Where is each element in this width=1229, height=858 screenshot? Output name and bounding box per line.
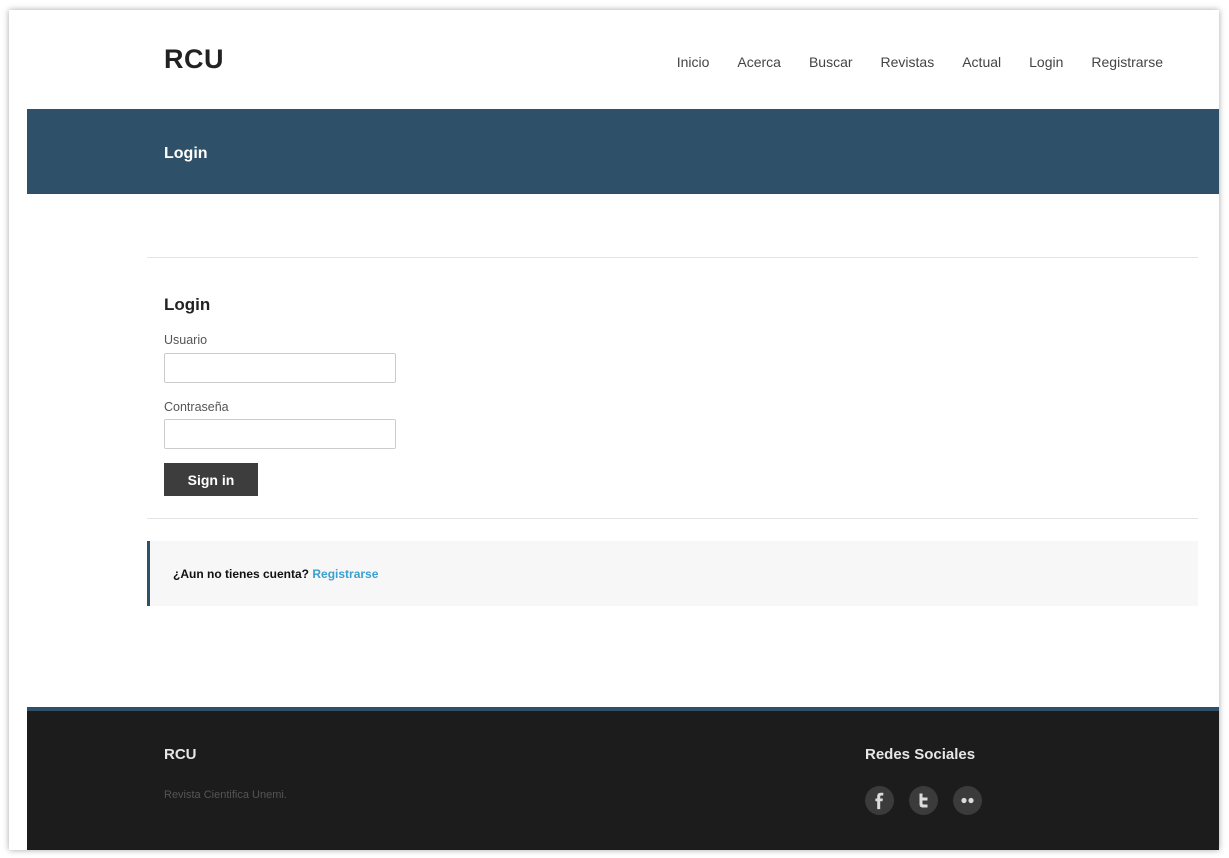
register-prompt: ¿Aun no tienes cuenta? Registrarse — [173, 567, 378, 581]
nav-item-acerca[interactable]: Acerca — [737, 54, 781, 70]
footer-brand: RCU — [164, 746, 197, 763]
social-icons — [865, 786, 982, 815]
site-footer: RCU Revista Cientifica Unemi. Redes Soci… — [27, 707, 1219, 850]
login-heading: Login — [164, 295, 211, 314]
page-frame: RCU Inicio Acerca Buscar Revistas Actual… — [9, 10, 1219, 850]
twitter-icon[interactable] — [909, 786, 938, 815]
register-link[interactable]: Registrarse — [312, 567, 378, 581]
nav-item-inicio[interactable]: Inicio — [677, 54, 710, 70]
divider-bottom — [147, 518, 1198, 519]
username-input[interactable] — [164, 353, 396, 383]
footer-tagline: Revista Cientifica Unemi. — [164, 789, 287, 801]
main-nav: Inicio Acerca Buscar Revistas Actual Log… — [649, 54, 1163, 70]
page-banner: Login — [27, 109, 1219, 194]
nav-item-registrarse[interactable]: Registrarse — [1091, 54, 1163, 70]
nav-item-login[interactable]: Login — [1029, 54, 1063, 70]
nav-item-actual[interactable]: Actual — [962, 54, 1001, 70]
nav-item-revistas[interactable]: Revistas — [881, 54, 935, 70]
password-input[interactable] — [164, 419, 396, 449]
flickr-icon[interactable] — [953, 786, 982, 815]
site-logo[interactable]: RCU — [164, 44, 224, 75]
register-prompt-text: ¿Aun no tienes cuenta? — [173, 567, 310, 581]
facebook-icon[interactable] — [865, 786, 894, 815]
social-heading: Redes Sociales — [865, 746, 976, 763]
page-title: Login — [164, 145, 208, 162]
divider-top — [147, 257, 1198, 258]
site-header: RCU Inicio Acerca Buscar Revistas Actual… — [9, 10, 1219, 109]
register-callout: ¿Aun no tienes cuenta? Registrarse — [147, 541, 1198, 606]
password-label: Contraseña — [164, 400, 229, 414]
sign-in-button[interactable]: Sign in — [164, 463, 258, 496]
nav-item-buscar[interactable]: Buscar — [809, 54, 853, 70]
username-label: Usuario — [164, 333, 208, 347]
